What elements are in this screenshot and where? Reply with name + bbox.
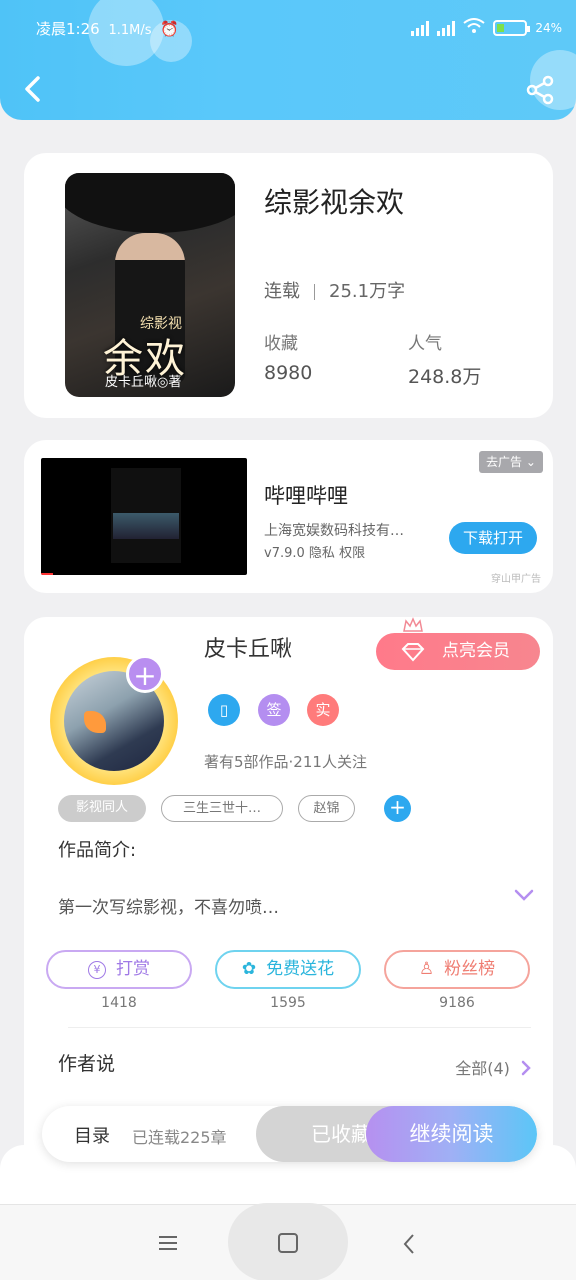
- home-icon[interactable]: [278, 1233, 298, 1253]
- signal-icon: [437, 20, 456, 36]
- author-name[interactable]: 皮卡丘啾: [204, 631, 292, 663]
- tag-item[interactable]: 三生三世十…: [161, 795, 283, 822]
- popularity-label: 人气: [408, 334, 442, 354]
- add-tag-button[interactable]: +: [384, 795, 411, 822]
- intro-label: 作品简介:: [58, 840, 137, 861]
- ad-video[interactable]: [41, 458, 247, 575]
- system-nav-bar: [0, 1203, 576, 1280]
- popularity-value: 248.8万: [408, 366, 482, 388]
- continue-reading-button[interactable]: 继续阅读: [366, 1106, 537, 1162]
- divider: [314, 284, 315, 300]
- popularity-stat: 人气 248.8万: [408, 329, 481, 389]
- book-title: 综影视余欢: [264, 186, 405, 219]
- ad-title: 哔哩哔哩: [264, 484, 348, 508]
- back-button[interactable]: [20, 74, 48, 104]
- book-word-count: 25.1万字: [329, 281, 406, 302]
- all-comments-link[interactable]: 全部(4): [455, 1055, 531, 1079]
- ad-video-scene: [113, 513, 179, 539]
- author-works-summary: 著有5部作品·211人关注: [204, 753, 367, 771]
- follow-add-button[interactable]: +: [126, 655, 164, 693]
- divider: [68, 1027, 531, 1028]
- chapter-count: 已连载225章: [132, 1128, 227, 1147]
- book-cover[interactable]: 综影视 余欢 皮卡丘啾◎著: [65, 173, 235, 397]
- alarm-icon: ⏰: [160, 20, 179, 38]
- toc-button[interactable]: 目录: [74, 1122, 110, 1148]
- ad-privacy-link[interactable]: 隐私: [309, 546, 335, 561]
- chevron-right-icon: [521, 1060, 531, 1076]
- fan-ranking-button[interactable]: ♙ 粉丝榜: [384, 950, 530, 989]
- status-bar: 凌晨1:26 1.1M/s ⏰ 24%: [36, 14, 562, 42]
- remove-ad-button[interactable]: 去广告 ⌄: [479, 451, 543, 473]
- back-icon[interactable]: [402, 1233, 416, 1255]
- intro-text[interactable]: 第一次写综影视，不喜勿喷…: [58, 893, 279, 918]
- favorites-label: 收藏: [264, 334, 298, 354]
- menu-icon[interactable]: [158, 1235, 178, 1251]
- crown-icon: [403, 617, 423, 632]
- ad-version: v7.9.0: [264, 546, 305, 561]
- fan-ranking-count: 9186: [439, 995, 475, 1011]
- signal-icon: [411, 20, 430, 36]
- chevron-left-icon: [25, 76, 40, 102]
- tag-item[interactable]: 影视同人: [58, 795, 146, 822]
- diamond-icon: [401, 643, 425, 662]
- favorites-value: 8980: [264, 362, 313, 384]
- verified-badge-icon[interactable]: 实: [307, 694, 339, 726]
- wifi-icon: [463, 18, 485, 38]
- flower-icon: ✿: [241, 959, 257, 979]
- status-time: 凌晨1:26 1.1M/s ⏰: [36, 20, 179, 38]
- signed-badge-icon[interactable]: 签: [258, 694, 290, 726]
- battery-icon: [493, 20, 531, 36]
- ad-permissions-link[interactable]: 权限: [339, 546, 365, 561]
- reading-action-bar: 目录 已连载225章 已收藏 继续阅读: [42, 1106, 537, 1162]
- flower-count: 1595: [270, 995, 306, 1011]
- book-meta: 连载 25.1万字: [264, 277, 405, 303]
- cover-umbrella: [65, 173, 235, 233]
- person-icon: ♙: [418, 959, 435, 979]
- yen-icon: ¥: [88, 961, 106, 979]
- cover-author: 皮卡丘啾◎著: [105, 375, 182, 390]
- ad-version-line: v7.9.0 隐私 权限: [264, 542, 365, 561]
- header-bar: 凌晨1:26 1.1M/s ⏰ 24%: [0, 0, 576, 120]
- reward-button[interactable]: ¥ 打赏: [46, 950, 192, 989]
- ad-card[interactable]: 去广告 ⌄ 哔哩哔哩 上海宽娱数码科技有… v7.9.0 隐私 权限 下载打开 …: [24, 440, 553, 593]
- favorites-stat: 收藏 8980: [264, 329, 312, 384]
- ad-video-progress: [41, 573, 53, 575]
- chevron-down-icon: ⌄: [525, 455, 536, 469]
- reward-count: 1418: [101, 995, 137, 1011]
- status-icons: 24%: [411, 18, 562, 38]
- ad-download-button[interactable]: 下载打开: [449, 522, 537, 554]
- chevron-down-icon[interactable]: [513, 887, 535, 903]
- send-flower-button[interactable]: ✿ 免费送花: [215, 950, 361, 989]
- share-icon: [526, 75, 554, 105]
- ad-company: 上海宽娱数码科技有…: [264, 523, 404, 539]
- book-info-card: 综影视 余欢 皮卡丘啾◎著 综影视余欢 连载 25.1万字 收藏 8980 人气 …: [24, 153, 553, 418]
- author-says-heading: 作者说: [58, 1053, 116, 1075]
- share-button[interactable]: [524, 74, 556, 106]
- phone-badge-icon[interactable]: ▯: [208, 694, 240, 726]
- ad-source: 穿山甲广告: [491, 574, 541, 585]
- book-status: 连载: [264, 281, 300, 302]
- tag-item[interactable]: 赵锦: [298, 795, 355, 822]
